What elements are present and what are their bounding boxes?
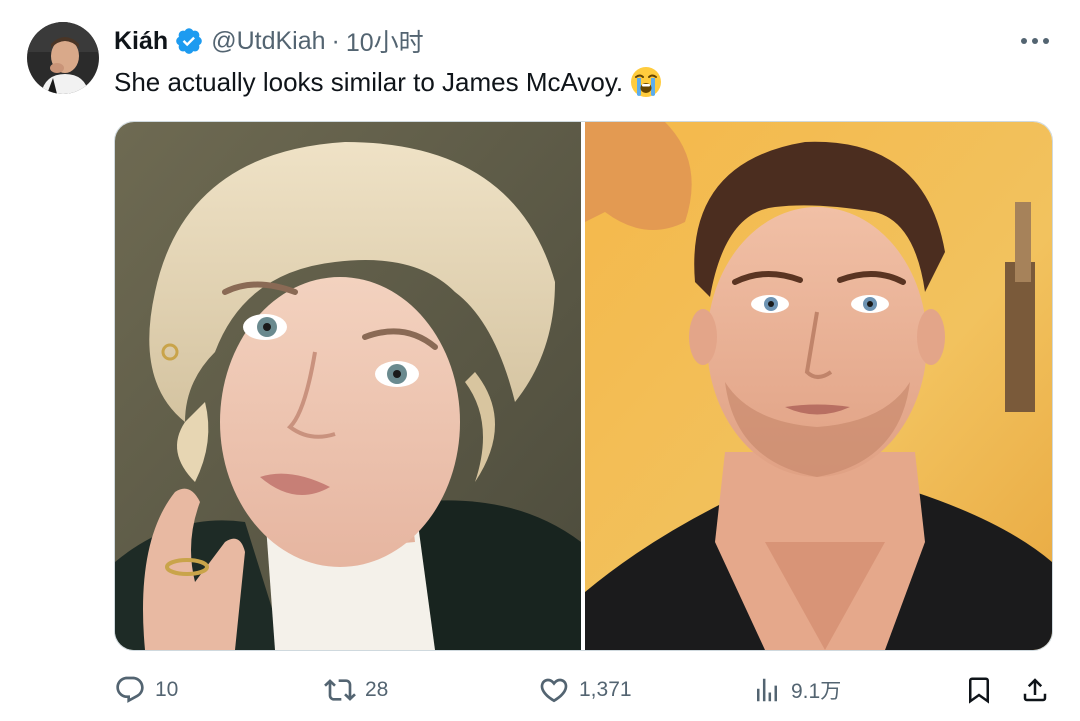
separator-dot: · (331, 26, 340, 55)
tweet-action-bar: 10 28 1,371 9.1万 (114, 670, 1054, 710)
verified-badge-icon (174, 26, 204, 56)
repost-icon (324, 679, 356, 701)
more-dots-icon (1021, 38, 1049, 44)
tweet-text-content: She actually looks similar to James McAv… (114, 67, 624, 97)
share-icon (1023, 678, 1047, 702)
reply-count: 10 (155, 678, 179, 701)
reply-button[interactable]: 10 (114, 670, 178, 710)
photo-man-icon (585, 122, 1052, 650)
share-button[interactable] (1020, 670, 1050, 710)
views-button[interactable]: 9.1万 (752, 670, 841, 710)
avatar-image (27, 22, 99, 94)
tweet-timestamp[interactable]: 10小时 (346, 23, 424, 59)
author-handle[interactable]: @UtdKiah (211, 27, 325, 56)
repost-count: 28 (365, 678, 389, 701)
tweet-photo-2[interactable] (585, 122, 1052, 650)
more-options-button[interactable] (1017, 26, 1053, 56)
like-button[interactable]: 1,371 (538, 670, 632, 710)
heart-icon (540, 678, 568, 703)
tweet-text: She actually looks similar to James McAv… (114, 64, 663, 100)
reply-icon (116, 676, 144, 703)
tweet-photo-1[interactable] (115, 122, 581, 650)
author-display-name[interactable]: Kiáh (114, 27, 168, 56)
tweet-header: Kiáh @UtdKiah · 10小时 (114, 24, 424, 58)
bookmark-button[interactable] (964, 670, 994, 710)
repost-button[interactable]: 28 (324, 670, 388, 710)
author-avatar[interactable] (27, 22, 99, 94)
views-count: 9.1万 (791, 680, 842, 703)
photo-woman-icon (115, 122, 581, 650)
loudly-crying-face-icon (629, 65, 663, 99)
bookmark-icon (969, 677, 989, 704)
tweet-media-grid (114, 121, 1053, 651)
like-count: 1,371 (579, 678, 632, 701)
views-chart-icon (757, 678, 777, 702)
tweet-card: Kiáh @UtdKiah · 10小时 She actually looks … (0, 0, 1080, 721)
